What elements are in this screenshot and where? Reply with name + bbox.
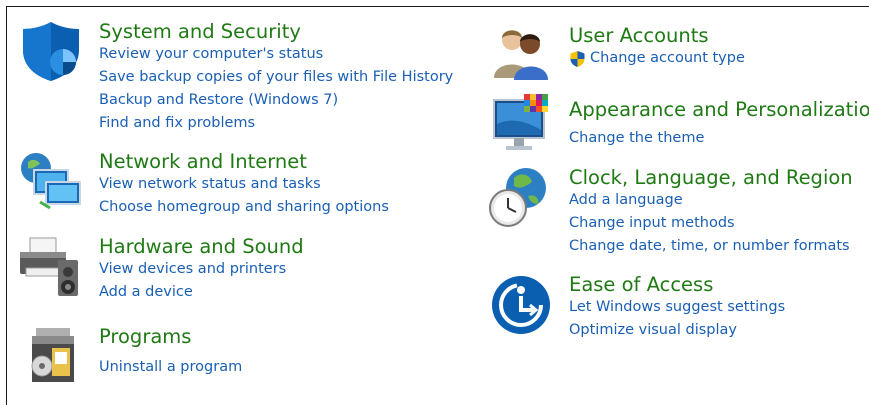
link-backup-restore[interactable]: Backup and Restore (Windows 7) bbox=[99, 89, 453, 112]
link-change-input-methods[interactable]: Change input methods bbox=[569, 212, 853, 235]
printer-speaker-icon[interactable] bbox=[18, 236, 80, 298]
shield-icon[interactable] bbox=[20, 20, 82, 82]
category-title-network-internet[interactable]: Network and Internet bbox=[99, 150, 389, 173]
category-title-system-security[interactable]: System and Security bbox=[99, 20, 453, 43]
category-title-appearance[interactable]: Appearance and Personalization bbox=[569, 98, 869, 121]
link-file-history[interactable]: Save backup copies of your files with Fi… bbox=[99, 66, 453, 89]
programs-box-icon[interactable] bbox=[22, 324, 84, 386]
category-title-ease-of-access[interactable]: Ease of Access bbox=[569, 273, 785, 296]
network-globe-icon[interactable] bbox=[20, 150, 82, 212]
link-find-fix-problems[interactable]: Find and fix problems bbox=[99, 112, 453, 135]
category-title-programs[interactable]: Programs bbox=[99, 325, 242, 348]
link-change-theme[interactable]: Change the theme bbox=[569, 127, 869, 150]
link-optimize-visual-display[interactable]: Optimize visual display bbox=[569, 319, 785, 342]
category-title-hardware-sound[interactable]: Hardware and Sound bbox=[99, 235, 304, 258]
link-add-language[interactable]: Add a language bbox=[569, 189, 853, 212]
link-change-account-type[interactable]: Change account type bbox=[590, 47, 745, 70]
link-change-date-time-formats[interactable]: Change date, time, or number formats bbox=[569, 235, 853, 258]
link-uninstall-program[interactable]: Uninstall a program bbox=[99, 356, 242, 379]
link-devices-printers[interactable]: View devices and printers bbox=[99, 258, 304, 281]
monitor-palette-icon[interactable] bbox=[490, 94, 552, 156]
link-homegroup-sharing[interactable]: Choose homegroup and sharing options bbox=[99, 196, 389, 219]
link-windows-suggest-settings[interactable]: Let Windows suggest settings bbox=[569, 296, 785, 319]
category-title-clock-language-region[interactable]: Clock, Language, and Region bbox=[569, 166, 853, 189]
clock-globe-icon[interactable] bbox=[488, 166, 550, 228]
link-change-account-type-row[interactable]: Change account type bbox=[569, 47, 745, 70]
users-icon[interactable] bbox=[490, 22, 552, 84]
link-network-status[interactable]: View network status and tasks bbox=[99, 173, 389, 196]
category-title-user-accounts[interactable]: User Accounts bbox=[569, 24, 745, 47]
uac-shield-icon bbox=[570, 50, 585, 67]
link-add-device[interactable]: Add a device bbox=[99, 281, 304, 304]
ease-of-access-icon[interactable] bbox=[490, 274, 552, 336]
link-review-status[interactable]: Review your computer's status bbox=[99, 43, 453, 66]
